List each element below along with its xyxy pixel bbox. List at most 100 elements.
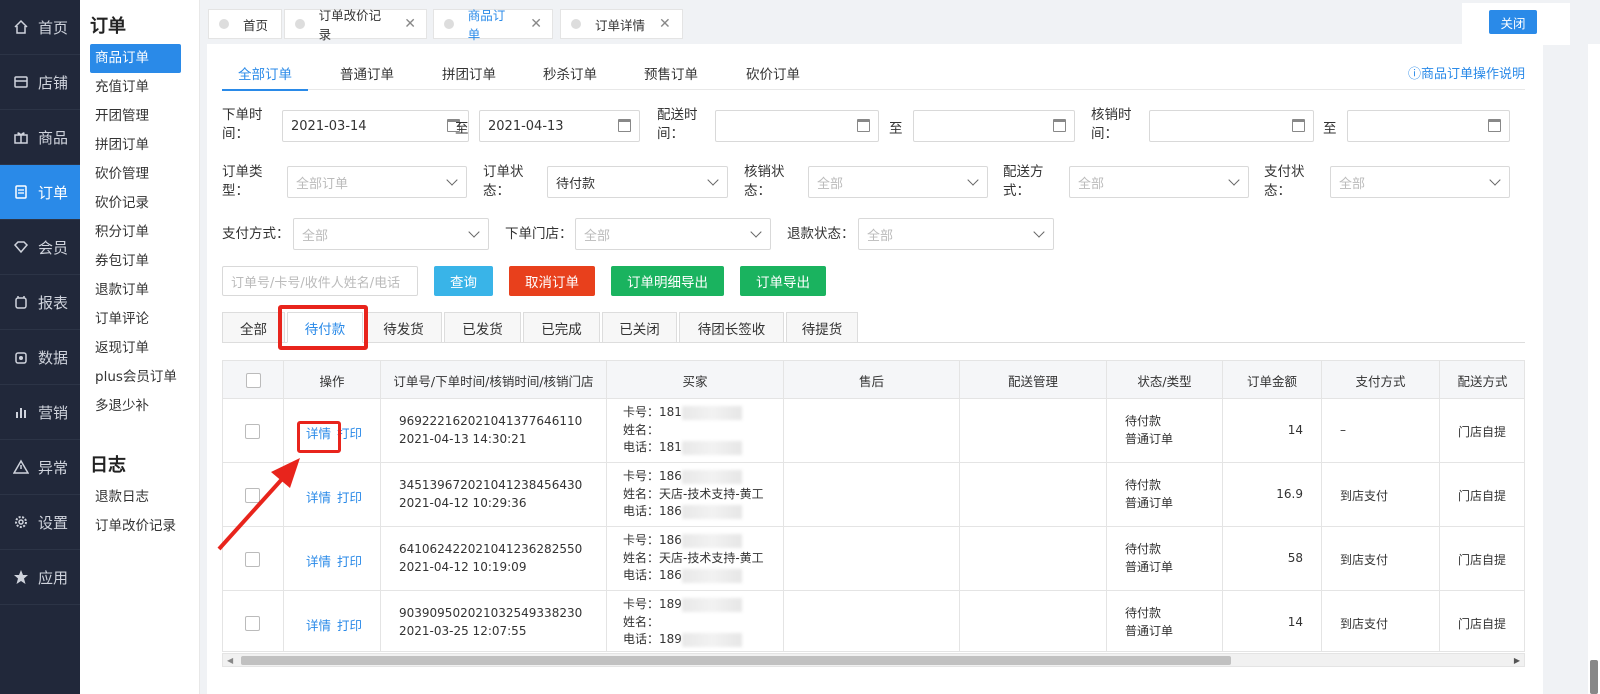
order-time-from-input[interactable]: 2021-03-14: [282, 110, 469, 142]
table-cell: [223, 591, 284, 651]
close-icon[interactable]: ✕: [404, 16, 416, 32]
scroll-left-icon[interactable]: ◀: [227, 656, 233, 665]
pay-method-select[interactable]: 全部: [293, 218, 489, 250]
row-checkbox[interactable]: [245, 552, 260, 567]
row-checkbox[interactable]: [245, 616, 260, 631]
subnav-item[interactable]: 砍价记录: [80, 189, 199, 218]
query-button[interactable]: 查询: [434, 266, 493, 296]
verify-status-select[interactable]: 全部: [808, 166, 988, 198]
refund-status-select[interactable]: 全部: [858, 218, 1054, 250]
verify-time-from-input[interactable]: [1149, 110, 1314, 142]
print-link[interactable]: 打印: [337, 618, 362, 633]
nav-item-8[interactable]: 异常: [0, 440, 80, 495]
status-tab[interactable]: 待团长签收: [679, 312, 784, 343]
pay-status-select[interactable]: 全部: [1330, 166, 1510, 198]
store-select[interactable]: 全部: [575, 218, 771, 250]
nav-item-1[interactable]: 店铺: [0, 55, 80, 110]
table-cell: 门店自提: [1440, 399, 1524, 463]
print-link[interactable]: 打印: [337, 554, 362, 569]
subnav-log-item[interactable]: 退款日志: [80, 483, 199, 512]
select-all-checkbox[interactable]: [245, 372, 261, 388]
cancel-order-button[interactable]: 取消订单: [509, 266, 595, 296]
order-tab[interactable]: 秒杀订单: [543, 63, 597, 83]
order-tab[interactable]: 砍价订单: [746, 63, 800, 83]
table-cell: 卡号：189 姓名： 电话：189: [607, 591, 784, 651]
nav-item-9[interactable]: 设置: [0, 495, 80, 550]
print-link[interactable]: 打印: [337, 490, 362, 505]
order-icon: [12, 183, 30, 201]
order-tab[interactable]: 普通订单: [340, 63, 394, 83]
subnav-item[interactable]: plus会员订单: [80, 363, 199, 392]
order-info: 345139672021041238456430 2021-04-12 10:29…: [399, 476, 582, 512]
order-tab[interactable]: 全部订单: [222, 63, 308, 91]
delivery-time-to-input[interactable]: [913, 110, 1075, 142]
subnav-item[interactable]: 退款订单: [80, 276, 199, 305]
subnav-item[interactable]: 充值订单: [80, 73, 199, 102]
subnav-log-item[interactable]: 订单改价记录: [80, 512, 199, 541]
order-type-select[interactable]: 全部订单: [287, 166, 467, 198]
order-tab[interactable]: 拼团订单: [442, 63, 496, 83]
horizontal-scrollbar[interactable]: ◀ ▶: [222, 653, 1525, 667]
vertical-scrollbar[interactable]: [1588, 44, 1600, 694]
order-time-to-input[interactable]: 2021-04-13: [479, 110, 640, 142]
status-tab[interactable]: 全部: [222, 312, 285, 343]
header-delivery-mgmt: 配送管理: [960, 361, 1107, 399]
export-detail-button[interactable]: 订单明细导出: [611, 266, 724, 296]
scrollbar-thumb[interactable]: [1590, 660, 1598, 694]
row-checkbox[interactable]: [245, 488, 260, 503]
table-cell: [784, 527, 960, 591]
nav-item-0[interactable]: 首页: [0, 0, 80, 55]
status-tab[interactable]: 待提货: [786, 312, 858, 343]
table-cell: 14: [1223, 399, 1322, 463]
subnav-title: 订单: [90, 16, 126, 37]
subnav-item[interactable]: 返现订单: [80, 334, 199, 363]
nav-item-7[interactable]: 营销: [0, 385, 80, 440]
export-order-button[interactable]: 订单导出: [740, 266, 826, 296]
subnav-item[interactable]: 积分订单: [80, 218, 199, 247]
nav-item-3[interactable]: 订单: [0, 165, 80, 220]
verify-time-to-input[interactable]: [1347, 110, 1510, 142]
table-cell: 卡号：186 姓名：天店-技术支持-黄工 电话：186: [607, 527, 784, 591]
status-type: 待付款 普通订单: [1125, 604, 1173, 640]
order-tab[interactable]: 预售订单: [644, 63, 698, 83]
nav-item-label: 会员: [38, 238, 69, 257]
nav-item-10[interactable]: 应用: [0, 550, 80, 605]
status-tab[interactable]: 已关闭: [602, 312, 677, 343]
subnav-item[interactable]: 砍价管理: [80, 160, 199, 189]
close-icon[interactable]: ✕: [659, 16, 671, 32]
close-icon[interactable]: ✕: [530, 16, 542, 32]
delivery-time-label: 配送时间：: [657, 107, 698, 142]
help-link[interactable]: ⓘ商品订单操作说明: [1408, 63, 1525, 82]
detail-link[interactable]: 详情: [306, 618, 331, 633]
subnav-item[interactable]: 拼团订单: [80, 131, 199, 160]
subnav-item[interactable]: 订单评论: [80, 305, 199, 334]
status-tab[interactable]: 待发货: [365, 312, 442, 343]
detail-link[interactable]: 详情: [306, 554, 331, 569]
scroll-right-icon[interactable]: ▶: [1514, 656, 1520, 665]
chevron-down-icon: [1489, 174, 1501, 186]
delivery-method-select[interactable]: 全部: [1069, 166, 1249, 198]
detail-link[interactable]: 详情: [306, 490, 331, 505]
nav-item-6[interactable]: 数据: [0, 330, 80, 385]
nav-item-4[interactable]: 会员: [0, 220, 80, 275]
delivery-time-from-input[interactable]: [715, 110, 879, 142]
nav-item-5[interactable]: 报表: [0, 275, 80, 330]
search-input[interactable]: 订单号/卡号/收件人姓名/电话: [222, 266, 418, 296]
status-tab[interactable]: 已发货: [444, 312, 521, 343]
page-tab-home[interactable]: 首页: [208, 9, 282, 39]
scrollbar-thumb[interactable]: [241, 656, 1231, 665]
page-tab-price-log[interactable]: 订单改价记录 ✕: [284, 8, 427, 42]
close-all-button[interactable]: 关闭: [1489, 10, 1537, 34]
page-tab-order-detail[interactable]: 订单详情 ✕: [560, 9, 683, 39]
subnav-item[interactable]: 商品订单: [90, 44, 181, 73]
page-tab-goods-order[interactable]: 商品订单 ✕: [433, 8, 553, 42]
row-checkbox[interactable]: [245, 424, 260, 439]
order-status-select[interactable]: 待付款: [547, 166, 728, 198]
subnav-item[interactable]: 券包订单: [80, 247, 199, 276]
subnav-item[interactable]: 多退少补: [80, 392, 199, 421]
nav-item-2[interactable]: 商品: [0, 110, 80, 165]
table-row: 详情 打印 641062422021041236282550 2021-04-12 1…: [223, 527, 1524, 591]
subnav-item[interactable]: 开团管理: [80, 102, 199, 131]
status-tab[interactable]: 已完成: [523, 312, 600, 343]
buyer-name: 姓名：: [623, 614, 660, 629]
